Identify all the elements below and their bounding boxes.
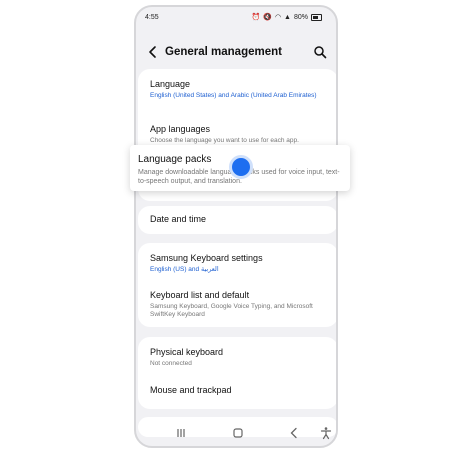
phone-frame: 4:55 ⏰ 🔇 ◠ ▲ 80% General management Lang… [134,5,338,448]
item-subtitle: Samsung Keyboard, Google Voice Typing, a… [150,303,313,318]
list-item-language[interactable]: Language English (United States) and Ara… [150,79,330,100]
alarm-icon: ⏰ [251,14,261,21]
list-item-app-languages[interactable]: App languages Choose the language you wa… [150,124,330,145]
item-subtitle: Not connected [150,360,192,367]
battery-icon [311,13,322,21]
status-time: 4:55 [145,14,159,21]
settings-card-input-devices: Physical keyboard Not connected Mouse an… [138,337,336,409]
status-icons: ⏰ 🔇 ◠ ▲ 80% [251,13,322,21]
list-item-date-time[interactable]: Date and time [150,214,330,225]
item-title: Date and time [150,214,207,224]
item-subtitle: Choose the language you want to use for … [150,137,299,144]
app-bar: General management [136,37,336,69]
item-title: Language packs [138,154,212,165]
accessibility-icon[interactable] [319,426,333,440]
list-item-samsung-keyboard[interactable]: Samsung Keyboard settings English (US) a… [150,253,330,274]
list-item-keyboard-list[interactable]: Keyboard list and default Samsung Keyboa… [150,290,330,319]
navigation-bar [136,420,336,446]
item-subtitle: English (US) and العربية [150,266,219,273]
signal-icon: ▲ [284,13,291,21]
item-title: Language [150,79,191,89]
wifi-icon: ◠ [274,14,282,21]
settings-card-keyboards: Samsung Keyboard settings English (US) a… [138,243,336,327]
list-item-mouse-trackpad[interactable]: Mouse and trackpad [150,385,330,396]
back-arrow-icon[interactable] [146,45,160,59]
settings-card-date-time: Date and time [138,206,336,234]
recent-apps-icon[interactable] [174,426,188,440]
item-subtitle: English (United States) and Arabic (Unit… [150,92,317,99]
mute-icon: 🔇 [263,14,272,21]
tap-indicator [229,155,253,179]
battery-percent: 80% [293,13,308,21]
page-title: General management [165,46,282,58]
item-title: Samsung Keyboard settings [150,253,263,263]
list-item-physical-keyboard[interactable]: Physical keyboard Not connected [150,347,330,368]
item-title: App languages [150,124,211,134]
search-icon[interactable] [313,45,327,59]
item-title: Physical keyboard [150,347,224,357]
home-icon[interactable] [231,426,245,440]
status-bar: 4:55 ⏰ 🔇 ◠ ▲ 80% [136,7,336,29]
item-title: Keyboard list and default [150,290,250,300]
item-title: Mouse and trackpad [150,385,232,395]
back-nav-icon[interactable] [287,426,301,440]
